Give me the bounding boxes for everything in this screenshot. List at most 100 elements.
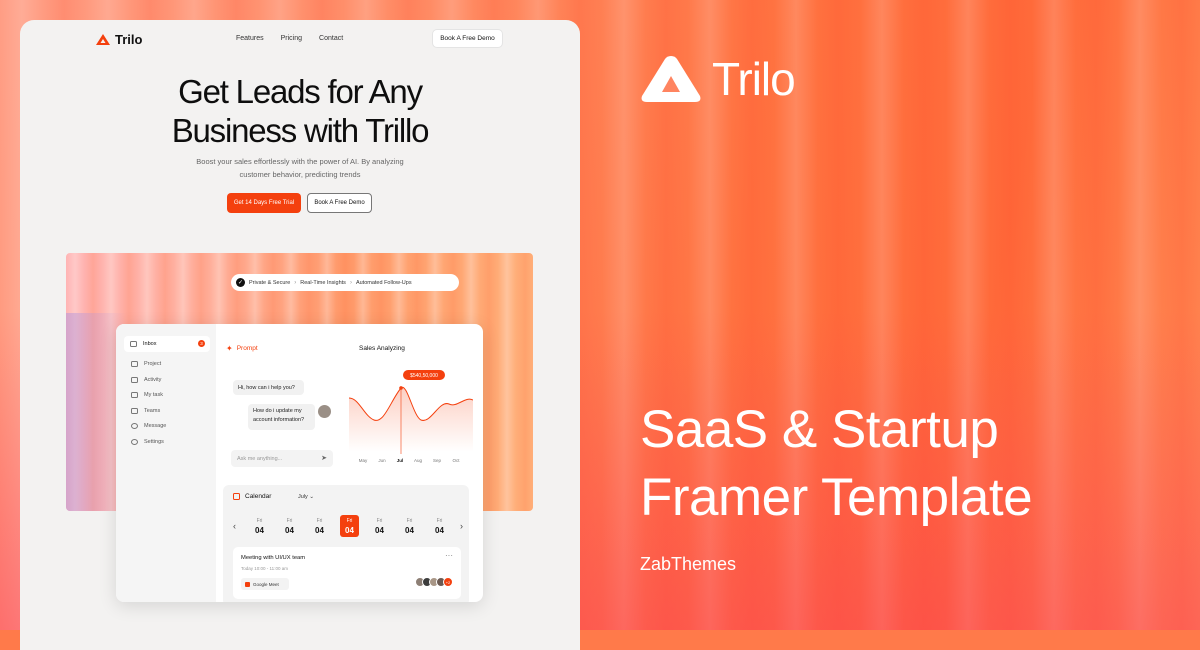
- day-item[interactable]: Fri 04: [430, 515, 449, 537]
- nav-link-features[interactable]: Features: [236, 35, 264, 42]
- day-number: 04: [345, 526, 354, 535]
- feature-private: Private & Secure: [249, 279, 291, 286]
- inbox-badge: 3: [198, 340, 205, 347]
- sidebar-item-project[interactable]: Project: [131, 360, 166, 368]
- gear-icon: [131, 438, 138, 445]
- hero-title-line1: Get Leads for Any: [178, 73, 423, 110]
- user-message: How do i update my account information?: [248, 404, 315, 430]
- avatar-more: +2: [443, 577, 453, 587]
- sales-analyzing-card: Sales Analyzing $540,50,000 May Jun Jul …: [349, 336, 473, 470]
- sales-tooltip: $540,50,000: [410, 373, 438, 379]
- day-item[interactable]: Fri 04: [250, 515, 269, 537]
- day-item[interactable]: Fri 04: [310, 515, 329, 537]
- day-number: 04: [255, 526, 264, 535]
- feature-followups: Automated Follow-Ups: [355, 279, 412, 286]
- day-name: Fri: [406, 518, 413, 524]
- sidebar-item-teams[interactable]: Teams: [131, 407, 166, 415]
- hero-title: Get Leads for Any Business with Trillo: [20, 72, 580, 150]
- prompt-panel: ✦ Prompt: [226, 344, 258, 353]
- hero-title-line2: Business with Trillo: [171, 112, 430, 149]
- chevron-down-icon: ⌄: [309, 494, 314, 500]
- calendar-card: Calendar July ⌄ ‹ Fri 04 Fri 04 Fri 04 Fri 0…: [223, 485, 469, 602]
- day-item-selected[interactable]: Fri 04: [340, 515, 359, 537]
- sidebar-item-label: Teams: [144, 407, 161, 414]
- day-item[interactable]: Fri 04: [400, 515, 419, 537]
- sidebar-item-inbox[interactable]: Inbox 3: [124, 336, 210, 352]
- sidebar-item-label: Settings: [144, 438, 164, 445]
- task-icon: [131, 392, 138, 398]
- attendee-avatars: +2: [415, 577, 453, 587]
- nav-link-contact[interactable]: Contact: [319, 35, 343, 42]
- teams-icon: [131, 407, 138, 414]
- meeting-time: Today 10:00 - 11:00 am: [241, 566, 288, 571]
- more-icon[interactable]: ···: [445, 551, 453, 560]
- nav-links: Features Pricing Contact: [236, 35, 343, 42]
- day-number: 04: [375, 526, 384, 535]
- features-pill: ✓ Private & Secure › Real-Time Insights …: [231, 274, 459, 291]
- day-strip: ‹ Fri 04 Fri 04 Fri 04 Fri 04 Fri 04 Fri 04 Fr…: [233, 515, 466, 537]
- ask-input-placeholder: Ask me anything...: [237, 455, 283, 462]
- sidebar-item-activity[interactable]: Activity: [131, 376, 166, 384]
- day-item[interactable]: Fri 04: [280, 515, 299, 537]
- activity-icon: [131, 376, 138, 383]
- day-name: Fri: [376, 518, 383, 524]
- template-headline: SaaS & Startup Framer Template: [640, 396, 1033, 532]
- day-item[interactable]: Fri 04: [370, 515, 389, 537]
- sidebar-item-label: Inbox: [143, 341, 157, 347]
- message-icon: [131, 423, 138, 429]
- nav-logo-text: Trilo: [115, 32, 143, 47]
- chevron-right-icon: ›: [294, 279, 297, 286]
- google-meet-icon: [245, 581, 250, 587]
- day-number: 04: [405, 526, 414, 535]
- month-label: Aug: [414, 458, 423, 463]
- brand-name: Trilo: [712, 53, 796, 105]
- send-icon[interactable]: ➤: [321, 454, 327, 462]
- headline-line1: SaaS & Startup: [640, 400, 999, 459]
- author-name: ZabThemes: [640, 554, 737, 574]
- dashboard-mockup: Inbox 3 Project Activity My task Teams M…: [116, 324, 483, 602]
- month-label: Jun: [378, 458, 386, 463]
- free-trial-button[interactable]: Get 14 Days Free Trial: [227, 193, 301, 213]
- sidebar-item-settings[interactable]: Settings: [131, 438, 166, 446]
- hero-subtitle: Boost your sales effortlessly with the p…: [20, 156, 580, 181]
- meeting-title: Meeting with UI/UX team: [241, 555, 306, 561]
- chevron-left-icon[interactable]: ‹: [233, 521, 239, 531]
- day-number: 04: [285, 526, 294, 535]
- sparkle-icon: ✦: [226, 344, 233, 353]
- day-name: Fri: [256, 518, 263, 524]
- chevron-right-icon: ›: [349, 279, 352, 286]
- nav-book-demo-button[interactable]: Book A Free Demo: [432, 29, 503, 48]
- day-number: 04: [435, 526, 444, 535]
- nav-link-pricing[interactable]: Pricing: [281, 35, 302, 42]
- sidebar-item-message[interactable]: Message: [131, 422, 166, 430]
- ask-input[interactable]: Ask me anything... ➤: [231, 450, 333, 467]
- feature-insights: Real-Time Insights: [300, 279, 346, 286]
- day-number: 04: [315, 526, 324, 535]
- meeting-card[interactable]: Meeting with UI/UX team Today 10:00 - 11…: [233, 547, 461, 599]
- meet-tag-label: Google Meet: [253, 581, 279, 587]
- sales-title: Sales Analyzing: [359, 345, 405, 352]
- nav-logo[interactable]: Trilo: [96, 32, 142, 47]
- book-demo-button[interactable]: Book A Free Demo: [307, 193, 372, 213]
- calendar-title: Calendar: [245, 493, 272, 500]
- month-select[interactable]: July ⌄: [298, 494, 314, 500]
- bot-message: Hi, how can i help you?: [233, 380, 304, 395]
- inbox-icon: [130, 341, 137, 347]
- chevron-right-icon[interactable]: ›: [460, 521, 466, 531]
- month-label: Sep: [433, 458, 442, 463]
- day-name: Fri: [436, 518, 443, 524]
- month-label: Oct: [452, 458, 460, 463]
- sidebar-item-my-task[interactable]: My task: [131, 391, 166, 399]
- navbar: Trilo Features Pricing Contact Book A Fr…: [20, 20, 580, 58]
- sidebar-items: Project Activity My task Teams Message S…: [131, 360, 166, 446]
- calendar-header: Calendar: [233, 493, 271, 500]
- google-meet-tag[interactable]: Google Meet: [241, 578, 289, 590]
- hero-subtitle-line2: customer behavior, predicting trends: [239, 169, 361, 179]
- trilo-logo-icon: [96, 34, 110, 45]
- calendar-icon: [233, 493, 240, 500]
- website-preview-card: Trilo Features Pricing Contact Book A Fr…: [20, 20, 580, 650]
- day-name: Fri: [346, 518, 353, 524]
- sidebar-item-label: My task: [144, 392, 163, 398]
- prompt-header: ✦ Prompt: [226, 344, 258, 353]
- user-message-line1: How do i update my: [253, 408, 302, 414]
